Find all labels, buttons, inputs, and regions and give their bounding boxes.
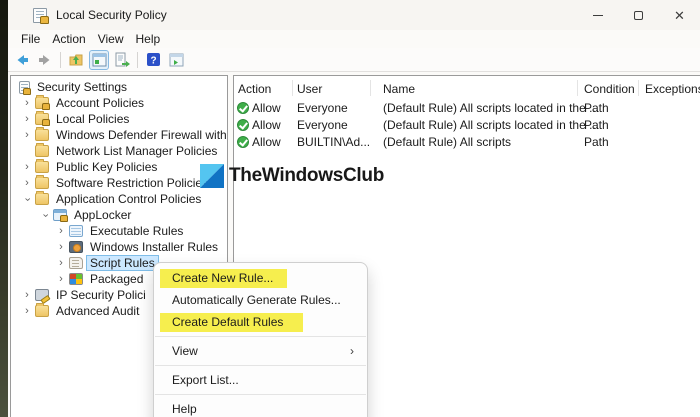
- folder-icon: [35, 303, 49, 317]
- packaged-app-rules-icon: [69, 273, 83, 285]
- yellow-highlight: Create Default Rules: [160, 313, 304, 332]
- table-row[interactable]: Allow Everyone (Default Rule) All script…: [234, 100, 700, 117]
- minimize-icon: [592, 14, 603, 16]
- allow-check-icon: [237, 102, 249, 114]
- chevron-right-icon[interactable]: ›: [19, 305, 35, 317]
- maximize-button[interactable]: [618, 0, 659, 30]
- chevron-right-icon[interactable]: ›: [19, 177, 35, 189]
- folder-lock-icon: [35, 111, 50, 126]
- installer-rules-icon: [69, 241, 83, 253]
- chevron-right-icon[interactable]: ›: [53, 241, 69, 253]
- security-settings-icon: [19, 80, 31, 95]
- folder-icon: [35, 175, 49, 189]
- tree-item-application-control[interactable]: › Application Control Policies: [11, 191, 227, 207]
- help-icon[interactable]: ?: [143, 50, 163, 70]
- menu-item-create-new-rule[interactable]: Create New Rule...: [154, 267, 367, 289]
- allow-check-icon: [237, 136, 249, 148]
- chevron-down-icon[interactable]: ›: [19, 194, 35, 205]
- menu-separator: [155, 336, 366, 337]
- yellow-highlight: Create New Rule...: [160, 269, 288, 288]
- chevron-right-icon[interactable]: ›: [53, 225, 69, 237]
- column-header-user[interactable]: User: [297, 82, 322, 96]
- chevron-right-icon[interactable]: ›: [19, 113, 35, 125]
- ip-security-icon: [35, 289, 49, 301]
- action-pane-icon[interactable]: [166, 50, 186, 70]
- toolbar-separator: [137, 51, 138, 68]
- menu-item-create-default-rules[interactable]: Create Default Rules: [154, 311, 367, 333]
- tree-item-windows-installer-rules[interactable]: › Windows Installer Rules: [11, 239, 227, 255]
- menu-action[interactable]: Action: [46, 31, 91, 47]
- title-bar: Local Security Policy ✕: [8, 0, 700, 30]
- tree-item-public-key-policies[interactable]: › Public Key Policies: [11, 159, 227, 175]
- thewindowsclub-logo-icon: [200, 164, 224, 188]
- chevron-right-icon[interactable]: ›: [19, 129, 35, 141]
- maximize-icon: [634, 10, 643, 20]
- folder-icon: [35, 143, 49, 157]
- thewindowsclub-watermark: TheWindowsClub: [200, 164, 384, 188]
- chevron-right-icon[interactable]: ›: [53, 273, 69, 285]
- tree-item-applocker[interactable]: › AppLocker: [11, 207, 227, 223]
- submenu-chevron-icon: ›: [350, 344, 354, 358]
- column-header-name[interactable]: Name: [383, 82, 415, 96]
- menu-item-export-list[interactable]: Export List...: [154, 369, 367, 391]
- executable-rules-icon: [69, 225, 83, 237]
- console-window-icon[interactable]: [89, 49, 109, 70]
- table-row[interactable]: Allow Everyone (Default Rule) All script…: [234, 117, 700, 134]
- menu-help[interactable]: Help: [130, 31, 167, 47]
- watermark-text: TheWindowsClub: [229, 165, 384, 186]
- app-lock-document-icon: [33, 7, 49, 24]
- list-header: Action User Name Condition Exceptions: [234, 76, 700, 100]
- tree-item-network-list-manager[interactable]: › Network List Manager Policies: [11, 143, 227, 159]
- menu-file[interactable]: File: [15, 31, 46, 47]
- close-icon: ✕: [674, 7, 685, 23]
- table-row[interactable]: Allow BUILTIN\Ad... (Default Rule) All s…: [234, 134, 700, 151]
- column-header-exceptions[interactable]: Exceptions: [645, 82, 700, 96]
- tree-item-security-settings[interactable]: Security Settings: [11, 79, 227, 95]
- menu-item-view[interactable]: View ›: [154, 340, 367, 362]
- up-folder-icon[interactable]: [66, 50, 86, 70]
- chevron-right-icon[interactable]: ›: [19, 97, 35, 109]
- chevron-down-icon[interactable]: ›: [37, 210, 53, 221]
- chevron-right-icon[interactable]: ›: [19, 289, 35, 301]
- column-header-condition[interactable]: Condition: [584, 82, 635, 96]
- folder-icon: [35, 159, 49, 173]
- column-header-action[interactable]: Action: [238, 82, 271, 96]
- tree-item-windows-defender-firewall[interactable]: › Windows Defender Firewall with Adva: [11, 127, 227, 143]
- menu-view[interactable]: View: [92, 31, 130, 47]
- window-title: Local Security Policy: [56, 8, 167, 22]
- minimize-button[interactable]: [577, 0, 618, 30]
- allow-check-icon: [237, 119, 249, 131]
- menu-bar: File Action View Help: [8, 30, 700, 48]
- applocker-icon: [53, 209, 68, 222]
- export-list-icon[interactable]: [112, 50, 132, 70]
- script-rules-icon: [69, 257, 83, 269]
- local-security-policy-window: Local Security Policy ✕ File Action View…: [8, 0, 700, 417]
- chevron-right-icon[interactable]: ›: [19, 161, 35, 173]
- tree-item-account-policies[interactable]: › Account Policies: [11, 95, 227, 111]
- toolbar: ?: [8, 48, 700, 72]
- tree-item-local-policies[interactable]: › Local Policies: [11, 111, 227, 127]
- toolbar-separator: [60, 51, 61, 68]
- forward-icon[interactable]: [35, 50, 55, 70]
- menu-separator: [155, 394, 366, 395]
- tree-item-software-restriction[interactable]: › Software Restriction Policies: [11, 175, 227, 191]
- context-menu: Create New Rule... Automatically Generat…: [153, 262, 368, 417]
- svg-text:?: ?: [150, 56, 156, 67]
- close-button[interactable]: ✕: [659, 0, 700, 30]
- chevron-right-icon[interactable]: ›: [53, 257, 69, 269]
- back-icon[interactable]: [12, 50, 32, 70]
- menu-item-help[interactable]: Help: [154, 398, 367, 417]
- folder-lock-icon: [35, 95, 50, 110]
- tree-item-executable-rules[interactable]: › Executable Rules: [11, 223, 227, 239]
- menu-item-automatically-generate-rules[interactable]: Automatically Generate Rules...: [154, 289, 367, 311]
- folder-icon: [35, 191, 49, 205]
- desktop-background-edge: [0, 0, 8, 417]
- folder-icon: [35, 127, 49, 141]
- menu-separator: [155, 365, 366, 366]
